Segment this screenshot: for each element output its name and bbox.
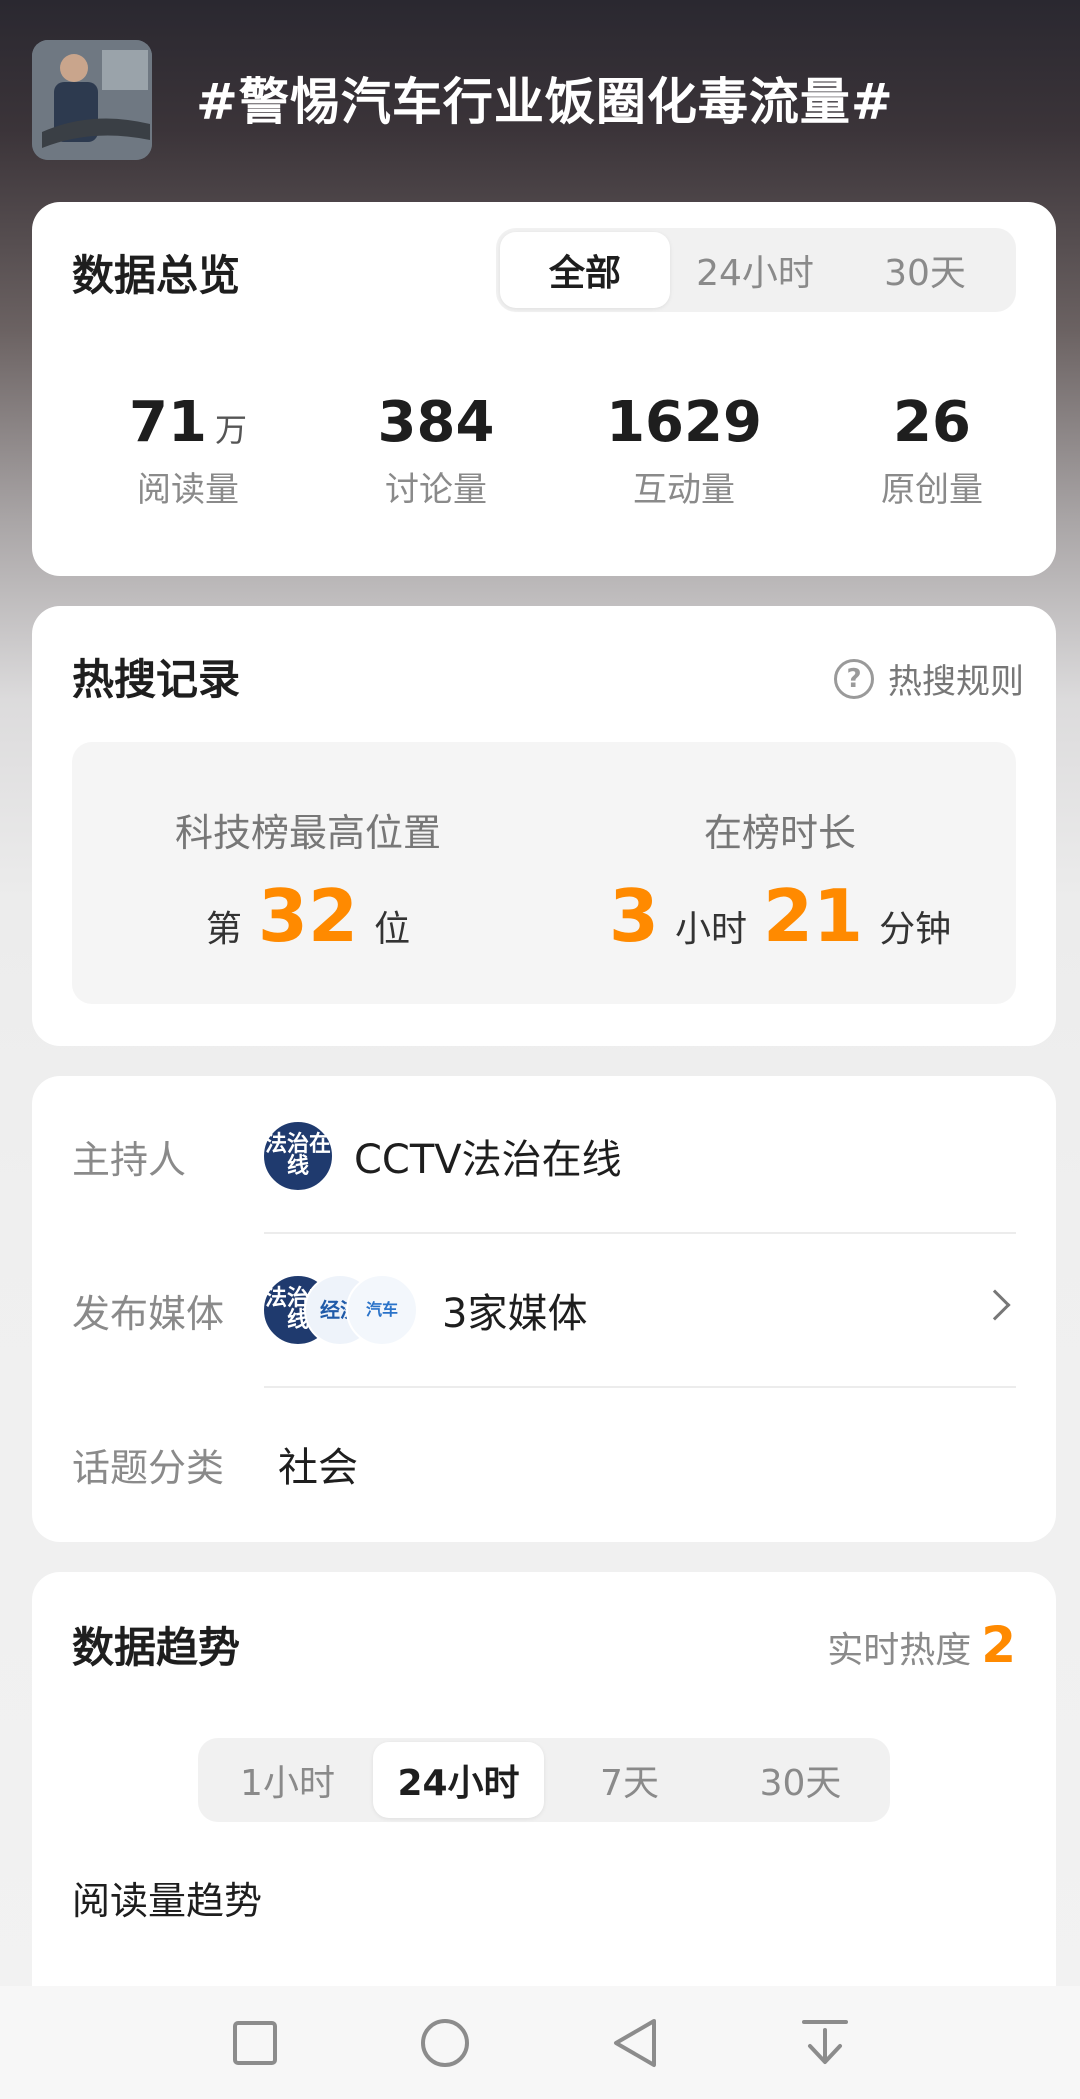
duration-minutes: 21 <box>762 874 864 958</box>
realtime-heat: 实时热度 2 <box>827 1616 1016 1674</box>
host-label: 主持人 <box>72 1137 187 1182</box>
pull-down-icon <box>802 2019 848 2064</box>
stat-discussions: 384 讨论量 <box>312 392 560 511</box>
tab-24h[interactable]: 24小时 <box>670 232 840 308</box>
rank-label: 科技榜最高位置 <box>174 811 441 855</box>
hot-search-rule-label: 热搜规则 <box>888 662 1024 702</box>
media-count: 3家媒体 <box>442 1291 588 1337</box>
tab-7d[interactable]: 7天 <box>544 1742 715 1818</box>
tab-24h[interactable]: 24小时 <box>373 1742 544 1818</box>
stat-value: 384 <box>377 390 495 455</box>
host-avatar: 法治在线 <box>262 1120 334 1192</box>
hot-search-title: 热搜记录 <box>72 655 241 704</box>
trend-period-tabs: 1小时 24小时 7天 30天 <box>198 1738 890 1822</box>
notification-pull-button[interactable] <box>730 1986 920 2099</box>
home-button[interactable] <box>350 1986 540 2099</box>
stat-label: 原创量 <box>881 469 983 510</box>
square-icon <box>233 2020 277 2065</box>
system-nav-bar <box>0 1986 1080 2099</box>
stat-label: 讨论量 <box>385 469 487 510</box>
stat-label: 阅读量 <box>137 469 239 510</box>
tab-30d[interactable]: 30天 <box>840 232 1010 308</box>
rank-prefix: 第 <box>205 909 242 950</box>
stat-value: 1629 <box>606 390 762 455</box>
media-avatar: 汽车 <box>346 1274 418 1346</box>
duration-label: 在榜时长 <box>703 811 856 855</box>
overview-title: 数据总览 <box>72 251 241 300</box>
topic-info-card: 主持人 法治在线 CCTV法治在线 发布媒体 法治在线 经济 汽车 3家媒体 话… <box>32 1076 1056 1542</box>
duration-hours-unit: 小时 <box>674 909 747 950</box>
heat-value: 2 <box>981 1616 1016 1674</box>
duration-column: 在榜时长 3 小时 21 分钟 <box>544 742 1016 1004</box>
stat-label: 互动量 <box>633 469 735 510</box>
category-label: 话题分类 <box>72 1445 225 1490</box>
media-row[interactable]: 发布媒体 法治在线 经济 汽车 3家媒体 <box>72 1250 1016 1370</box>
data-trend-card: 数据趋势 实时热度 2 1小时 24小时 7天 30天 阅读量趋势 <box>32 1572 1056 1992</box>
trend-title: 数据趋势 <box>72 1623 241 1672</box>
heat-label: 实时热度 <box>827 1630 972 1671</box>
tab-30d[interactable]: 30天 <box>715 1742 886 1818</box>
rank-column: 科技榜最高位置 第 32 位 <box>72 742 544 1004</box>
divider <box>264 1232 1016 1234</box>
tab-1h[interactable]: 1小时 <box>202 1742 373 1818</box>
category-row: 话题分类 社会 <box>72 1404 1016 1524</box>
duration-minutes-unit: 分钟 <box>879 909 952 950</box>
duration-hours: 3 <box>608 874 659 958</box>
hot-search-rule-link[interactable]: ? 热搜规则 <box>834 654 1024 703</box>
overview-stats: 71 万 阅读量 384 讨论量 1629 互动量 26 原创量 <box>32 392 1056 511</box>
stat-originals: 26 原创量 <box>808 392 1056 511</box>
circle-icon <box>421 2018 469 2067</box>
hot-search-card: 热搜记录 ? 热搜规则 科技榜最高位置 第 32 位 在榜时长 3 小时 21 … <box>32 606 1056 1046</box>
topic-thumbnail[interactable] <box>32 40 152 160</box>
media-label: 发布媒体 <box>72 1291 225 1336</box>
read-trend-subtitle: 阅读量趋势 <box>72 1879 263 1923</box>
chevron-right-icon <box>979 1289 1011 1321</box>
tab-all[interactable]: 全部 <box>500 232 670 308</box>
back-button[interactable] <box>540 1986 730 2099</box>
overview-period-tabs: 全部 24小时 30天 <box>496 228 1016 312</box>
rank-value: 32 <box>257 874 359 958</box>
divider <box>264 1386 1016 1388</box>
topic-title: #警惕汽车行业饭圈化毒流量# <box>196 73 894 131</box>
rank-suffix: 位 <box>374 909 411 950</box>
recent-apps-button[interactable] <box>160 1986 350 2099</box>
back-triangle-icon <box>614 2018 656 2067</box>
stat-reads: 71 万 阅读量 <box>64 392 312 511</box>
data-overview-card: 数据总览 全部 24小时 30天 71 万 阅读量 384 讨论量 1629 互动… <box>32 202 1056 576</box>
media-avatars: 法治在线 经济 汽车 <box>262 1274 418 1346</box>
category-value: 社会 <box>278 1445 358 1491</box>
stat-value: 71 <box>129 390 207 455</box>
stat-interactions: 1629 互动量 <box>560 392 808 511</box>
host-row[interactable]: 主持人 法治在线 CCTV法治在线 <box>72 1096 1016 1216</box>
stat-unit: 万 <box>214 411 247 449</box>
stat-value: 26 <box>893 390 971 455</box>
topic-header: #警惕汽车行业饭圈化毒流量# <box>0 0 1080 200</box>
hot-search-summary: 科技榜最高位置 第 32 位 在榜时长 3 小时 21 分钟 <box>72 742 1016 1004</box>
question-icon: ? <box>834 658 874 699</box>
host-name: CCTV法治在线 <box>354 1137 622 1183</box>
